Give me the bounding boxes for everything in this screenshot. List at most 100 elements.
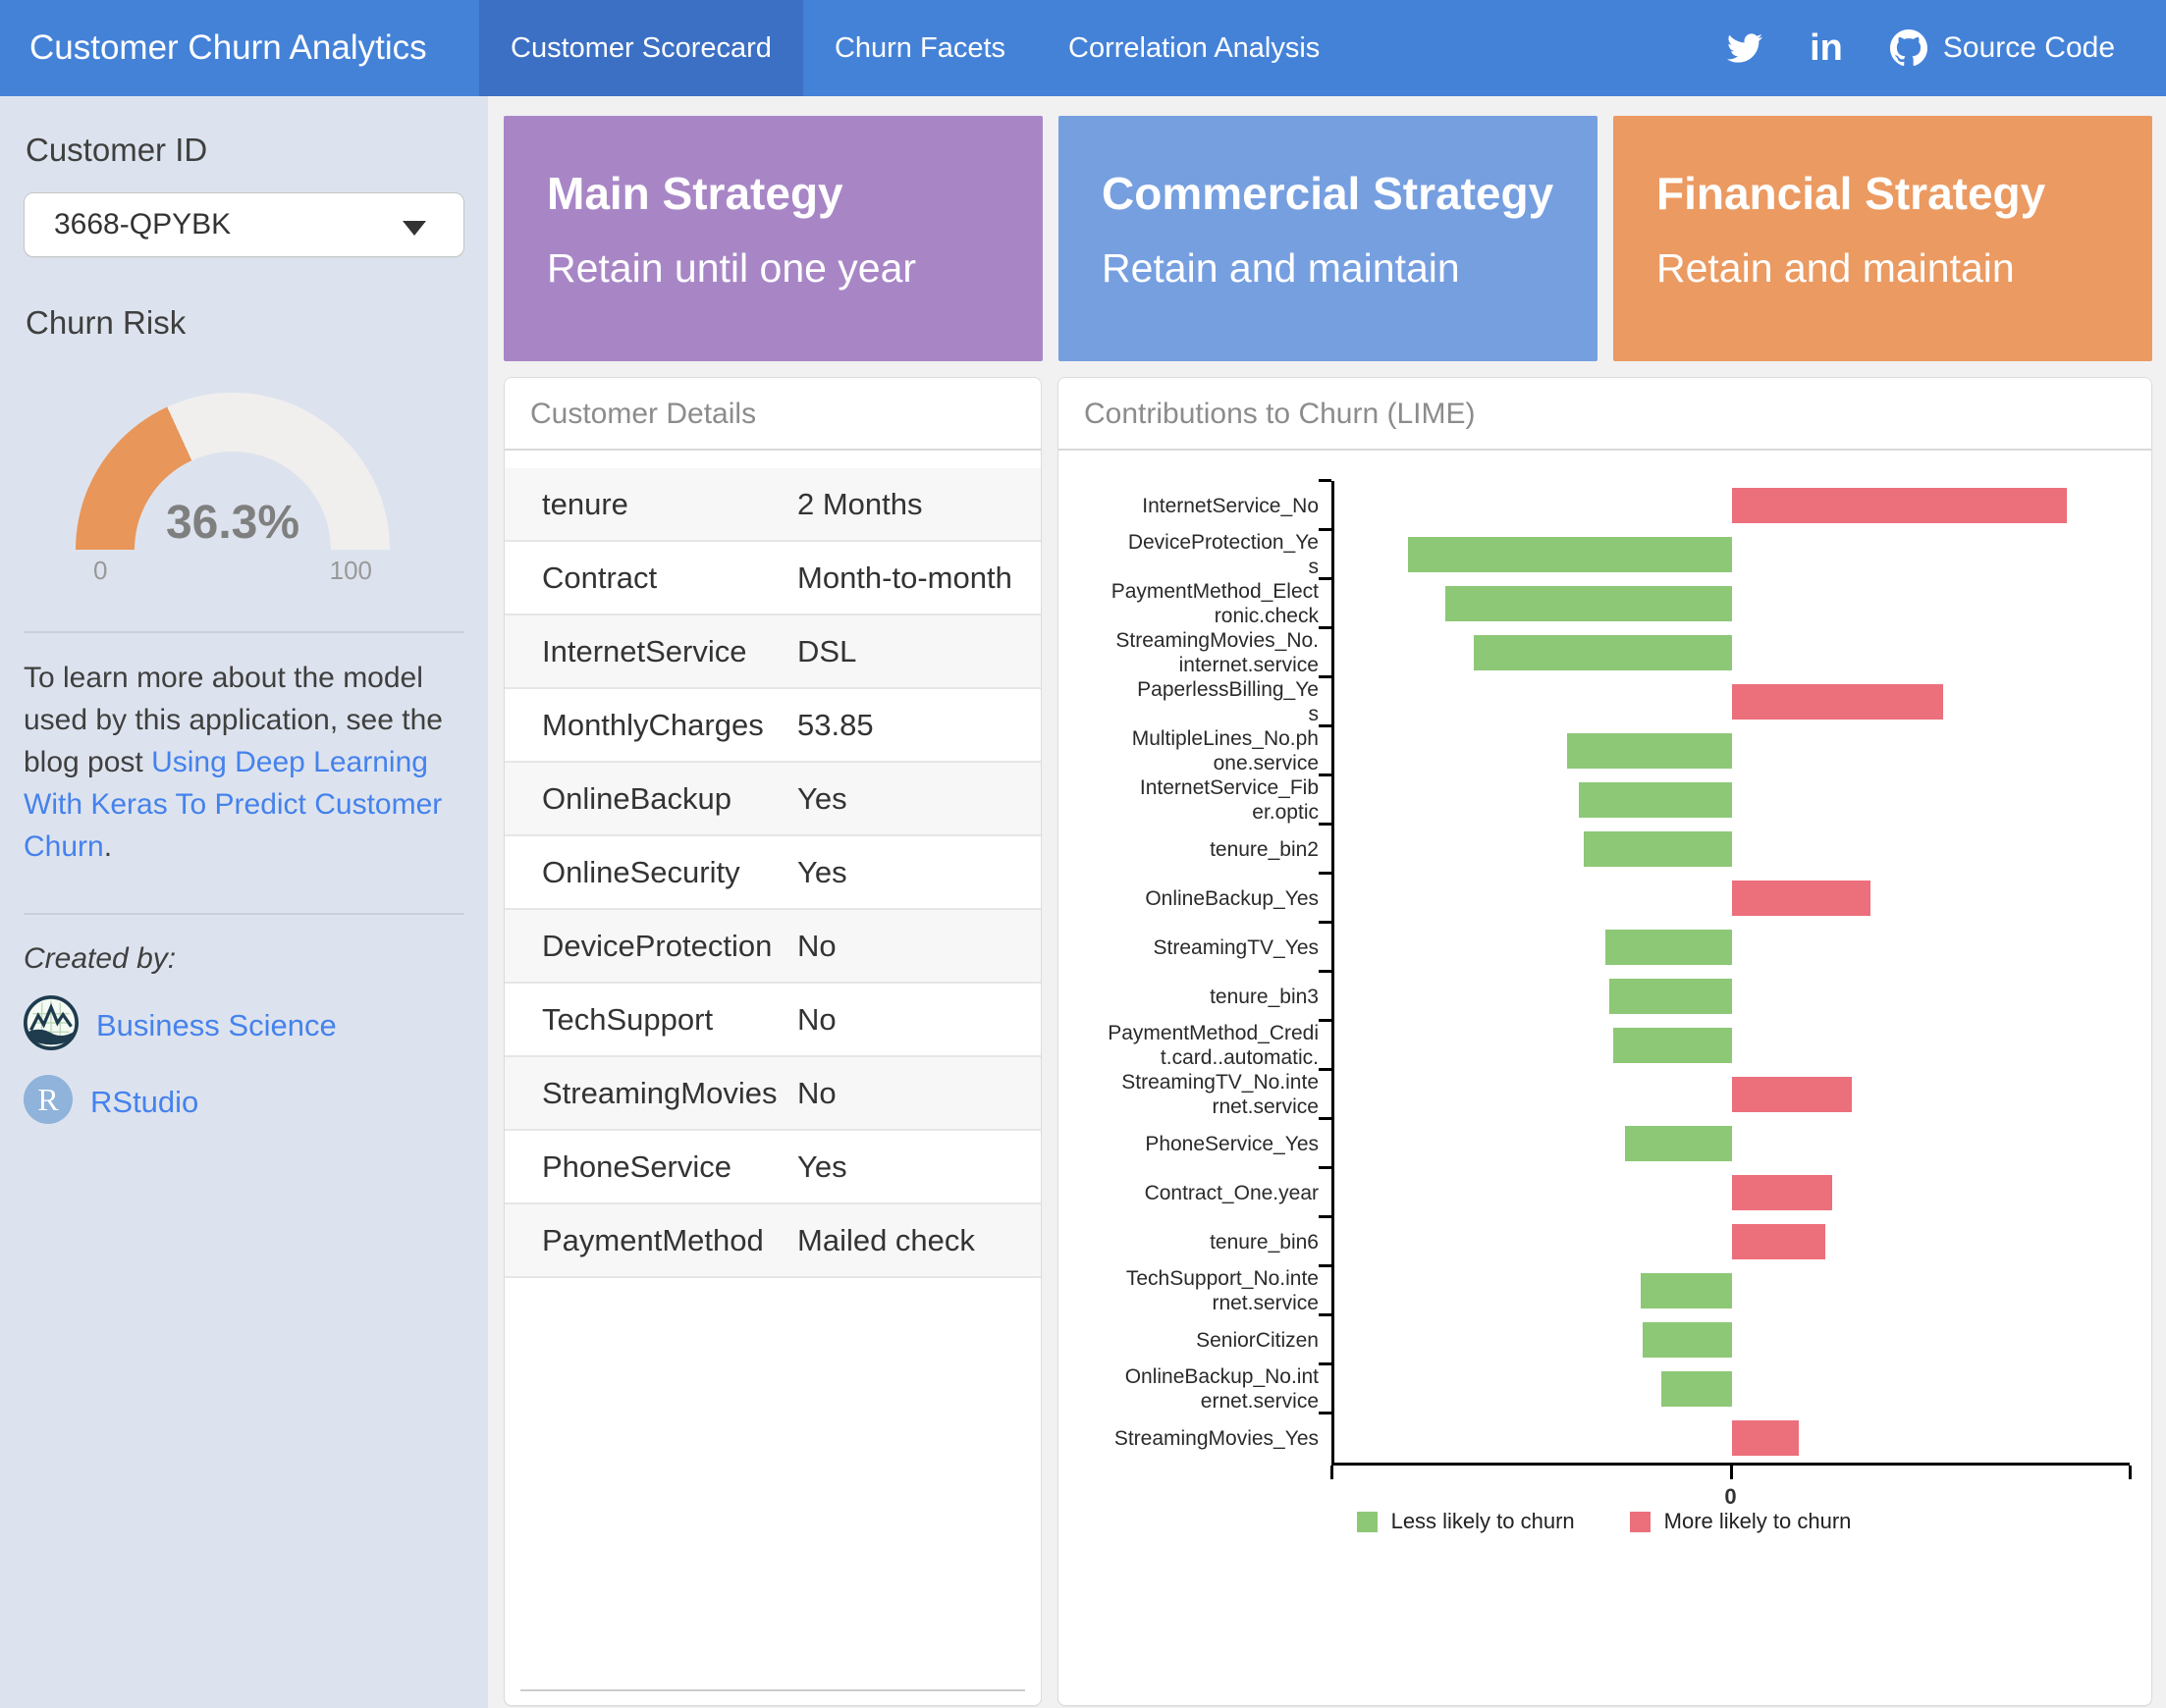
table-row: PaymentMethodMailed check	[505, 1204, 1041, 1278]
chart-bar	[1613, 1028, 1733, 1063]
gauge-min-label: 0	[93, 556, 107, 586]
chart-bar	[1732, 1077, 1852, 1112]
twitter-link[interactable]	[1727, 30, 1762, 66]
table-cell-value: Yes	[797, 855, 1041, 890]
table-cell-key: MonthlyCharges	[505, 708, 797, 743]
created-by-label: Created by:	[24, 942, 464, 976]
chart-category-label: SeniorCitizen	[1078, 1315, 1319, 1364]
chart-row: PaymentMethod_Electronic.check	[1078, 579, 2130, 628]
strategy-box: Commercial StrategyRetain and maintain	[1058, 116, 1597, 361]
table-cell-value: No	[797, 929, 1041, 964]
axis-end-tick	[1330, 1466, 1333, 1479]
chart-category-label: InternetService_Fiber.optic	[1078, 775, 1319, 825]
table-cell-value: DSL	[797, 634, 1041, 669]
chart-category-label: OnlineBackup_Yes	[1078, 874, 1319, 923]
lime-chart: InternetService_NoDeviceProtection_YesPa…	[1058, 451, 2151, 1534]
axis-tick-label: 0	[1724, 1484, 1736, 1510]
chart-row: PhoneService_Yes	[1078, 1119, 2130, 1168]
table-row: PhoneServiceYes	[505, 1131, 1041, 1204]
table-row: InternetServiceDSL	[505, 615, 1041, 689]
chevron-down-icon	[403, 221, 426, 236]
customer-id-select[interactable]: 3668-QPYBK	[24, 192, 464, 257]
chart-bar	[1609, 979, 1732, 1014]
source-code-link[interactable]: Source Code	[1890, 29, 2115, 67]
chart-category-label: PaymentMethod_Credit.card..automatic.	[1078, 1021, 1319, 1070]
about-text-end: .	[104, 830, 112, 863]
navbar: Customer Churn Analytics Customer Scorec…	[0, 0, 2166, 96]
chart-bar	[1732, 1420, 1799, 1456]
business-science-logo	[24, 995, 79, 1055]
gauge-scale: 0 100	[76, 556, 390, 586]
legend-swatch	[1630, 1512, 1651, 1532]
table-row: ContractMonth-to-month	[505, 542, 1041, 615]
chart-bar	[1605, 930, 1732, 965]
chart-bar	[1625, 1126, 1732, 1161]
chart-bar	[1732, 684, 1943, 720]
rstudio-logo: R	[24, 1075, 73, 1129]
chart-row: StreamingMovies_Yes	[1078, 1414, 2130, 1463]
x-axis-row: 0	[1078, 1463, 2130, 1466]
sidebar: Customer ID 3668-QPYBK Churn Risk 36.3% …	[0, 96, 488, 1708]
legend-label: Less likely to churn	[1391, 1509, 1575, 1534]
chart-category-label: StreamingTV_No.internet.service	[1078, 1070, 1319, 1119]
linkedin-link[interactable]: in	[1810, 30, 1843, 66]
customer-details-panel: Customer Details tenure2 MonthsContractM…	[504, 377, 1042, 1706]
chart-category-label: tenure_bin6	[1078, 1217, 1319, 1266]
tab-customer-scorecard[interactable]: Customer Scorecard	[479, 0, 803, 96]
legend-item[interactable]: Less likely to churn	[1357, 1509, 1575, 1534]
chart-row: tenure_bin2	[1078, 825, 2130, 874]
table-cell-value: 2 Months	[797, 487, 1041, 522]
chart-bar	[1584, 831, 1732, 867]
chart-row: PaymentMethod_Credit.card..automatic.	[1078, 1021, 2130, 1070]
credit-business-science: Business Science	[24, 995, 464, 1055]
table-cell-key: OnlineSecurity	[505, 855, 797, 890]
table-cell-value: Mailed check	[797, 1223, 1041, 1258]
chart-category-label: StreamingMovies_No.internet.service	[1078, 628, 1319, 677]
customer-id-label: Customer ID	[26, 132, 464, 169]
customer-id-value: 3668-QPYBK	[54, 208, 231, 241]
chart-row: StreamingTV_No.internet.service	[1078, 1070, 2130, 1119]
chart-bar	[1643, 1322, 1732, 1358]
sidebar-divider	[24, 631, 464, 633]
github-icon	[1890, 29, 1927, 67]
strategy-box: Financial Strategy Retain and maintain	[1613, 116, 2152, 361]
business-science-link[interactable]: Business Science	[96, 1008, 337, 1043]
table-cell-key: InternetService	[505, 634, 797, 669]
chart-row: StreamingMovies_No.internet.service	[1078, 628, 2130, 677]
strategy-title: Financial Strategy	[1656, 167, 2152, 220]
chart-category-label: StreamingTV_Yes	[1078, 923, 1319, 972]
rstudio-link[interactable]: RStudio	[90, 1085, 198, 1120]
table-row: tenure2 Months	[505, 468, 1041, 542]
navbar-links: in Source Code	[1727, 0, 2166, 96]
chart-category-label: DeviceProtection_Yes	[1078, 530, 1319, 579]
table-cell-value: No	[797, 1002, 1041, 1038]
table-cell-value: Yes	[797, 781, 1041, 817]
nav-tabs: Customer ScorecardChurn FacetsCorrelatio…	[479, 0, 1351, 96]
chart-row: MultipleLines_No.phone.service	[1078, 726, 2130, 775]
chart-bar	[1732, 881, 1870, 916]
chart-legend: Less likely to churn More likely to churn	[1078, 1509, 2130, 1534]
table-row: OnlineBackupYes	[505, 763, 1041, 836]
table-cell-key: PaymentMethod	[505, 1223, 797, 1258]
about-note: To learn more about the model used by th…	[24, 657, 464, 868]
chart-row: OnlineBackup_Yes	[1078, 874, 2130, 923]
twitter-icon	[1727, 30, 1762, 66]
table-cell-key: Contract	[505, 560, 797, 596]
table-cell-value: Month-to-month	[797, 560, 1041, 596]
chart-row: tenure_bin3	[1078, 972, 2130, 1021]
table-bottom-divider	[520, 1689, 1025, 1691]
chart-bar	[1474, 635, 1732, 670]
legend-item[interactable]: More likely to churn	[1630, 1509, 1852, 1534]
chart-row: tenure_bin6	[1078, 1217, 2130, 1266]
credit-rstudio: R RStudio	[24, 1075, 464, 1129]
chart-rows: InternetService_NoDeviceProtection_YesPa…	[1078, 481, 2130, 1463]
chart-row: SeniorCitizen	[1078, 1315, 2130, 1364]
table-cell-key: PhoneService	[505, 1149, 797, 1185]
tab-correlation-analysis[interactable]: Correlation Analysis	[1037, 0, 1351, 96]
chart-row: StreamingTV_Yes	[1078, 923, 2130, 972]
table-row: OnlineSecurityYes	[505, 836, 1041, 910]
table-cell-key: DeviceProtection	[505, 929, 797, 964]
strategy-subtitle: Retain and maintain	[1656, 245, 2152, 292]
chart-row: InternetService_Fiber.optic	[1078, 775, 2130, 825]
tab-churn-facets[interactable]: Churn Facets	[803, 0, 1037, 96]
